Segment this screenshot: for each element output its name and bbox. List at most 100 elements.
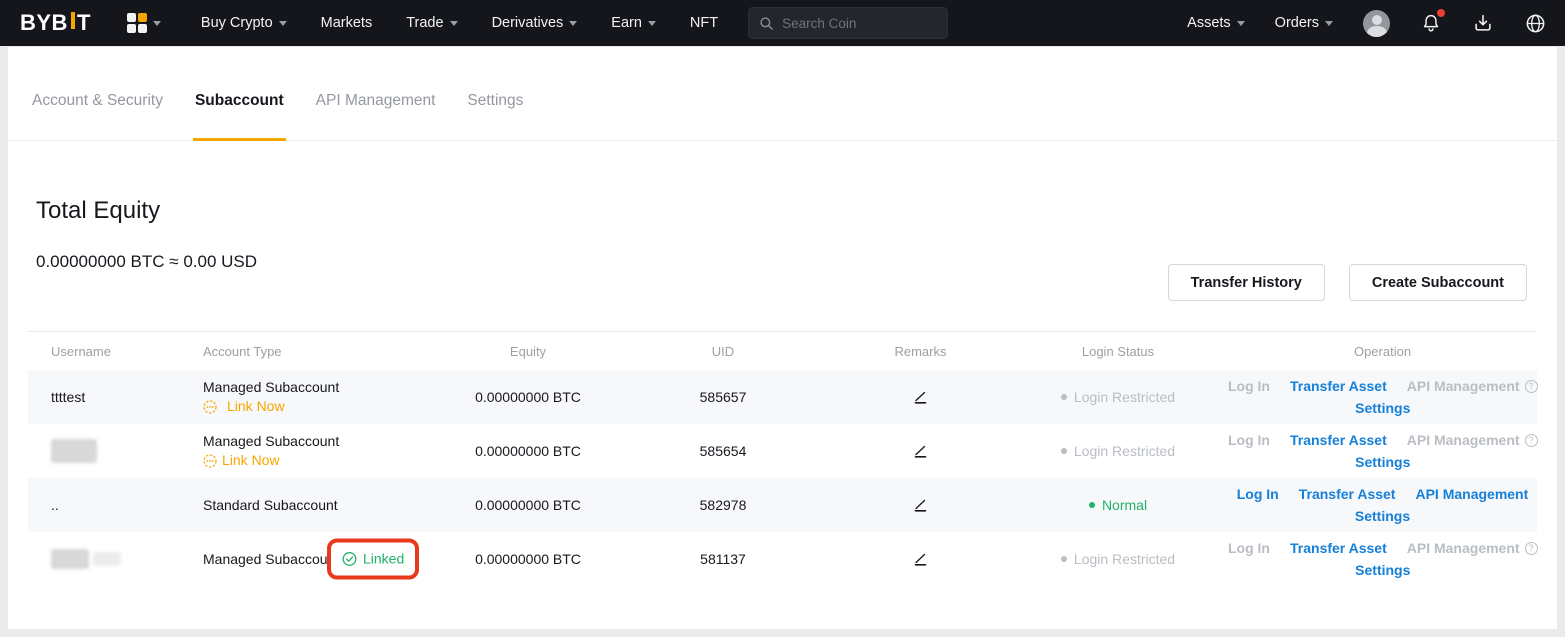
username-cell: [28, 439, 203, 463]
user-avatar[interactable]: [1363, 10, 1390, 37]
main-nav-menu: Buy Crypto Markets Trade Derivatives Ear…: [201, 15, 718, 31]
settings-link[interactable]: Settings: [1355, 400, 1410, 416]
nav-buy-crypto[interactable]: Buy Crypto: [201, 15, 287, 31]
table-row: Managed Subaccount Linked 0.00000000 BTC…: [28, 532, 1537, 586]
equity-cell: 0.00000000 BTC: [443, 443, 613, 459]
status-label: Login Restricted: [1074, 551, 1175, 567]
transfer-asset-link[interactable]: Transfer Asset: [1299, 486, 1396, 502]
api-management-link: API Management?: [1407, 432, 1538, 448]
chevron-down-icon: [153, 21, 161, 26]
equity-cell: 0.00000000 BTC: [443, 389, 613, 405]
nav-derivatives[interactable]: Derivatives: [492, 15, 578, 31]
settings-link[interactable]: Settings: [1355, 454, 1410, 470]
status-label: Normal: [1102, 497, 1147, 513]
username-cell: [28, 549, 203, 569]
account-tabs: Account & Security Subaccount API Manage…: [8, 47, 1557, 141]
chevron-down-icon: [450, 21, 458, 26]
nav-label: Markets: [321, 15, 373, 31]
help-icon[interactable]: ?: [1525, 380, 1538, 393]
chevron-down-icon: [1237, 21, 1245, 26]
logo-orange-bar: [71, 12, 75, 29]
search-input[interactable]: [782, 16, 932, 31]
uid-cell: 581137: [613, 551, 833, 567]
help-icon[interactable]: ?: [1525, 434, 1538, 447]
status-dot: [1061, 394, 1067, 400]
redacted-username: [51, 549, 89, 569]
tab-api-management[interactable]: API Management: [314, 61, 438, 140]
account-type-label: Managed Subaccount: [203, 378, 339, 397]
edit-remark-icon[interactable]: [912, 551, 929, 568]
apps-grid-menu[interactable]: [127, 13, 161, 33]
chevron-down-icon: [279, 21, 287, 26]
pending-ellipsis-icon: [203, 454, 217, 468]
api-management-link[interactable]: API Management: [1415, 486, 1528, 502]
account-type-label: Managed Subaccount: [203, 550, 339, 569]
equity-cell: 0.00000000 BTC: [443, 497, 613, 513]
table-row: Managed Subaccount Link Now 0.00000000 B…: [28, 424, 1537, 478]
language-button[interactable]: [1524, 12, 1547, 35]
account-type-label: Managed Subaccount: [203, 432, 339, 451]
operation-line-1: Log In Transfer Asset API Management?: [1228, 540, 1538, 556]
nav-label: Buy Crypto: [201, 15, 273, 31]
nav-trade[interactable]: Trade: [406, 15, 457, 31]
linked-label: Linked: [363, 550, 404, 569]
api-management-label: API Management: [1407, 378, 1520, 394]
status-badge: Login Restricted: [1061, 551, 1175, 567]
help-icon[interactable]: ?: [1525, 542, 1538, 555]
grid-square: [138, 24, 147, 33]
link-now-action[interactable]: Link Now: [203, 397, 285, 416]
transfer-asset-link[interactable]: Transfer Asset: [1290, 378, 1387, 394]
operation-line-2: Settings: [1355, 454, 1410, 470]
nav-earn[interactable]: Earn: [611, 15, 656, 31]
status-badge: Login Restricted: [1061, 389, 1175, 405]
navbar-right: Assets Orders: [1187, 10, 1547, 37]
remarks-cell: [833, 497, 1008, 514]
table-row: .. Standard Subaccount 0.00000000 BTC 58…: [28, 478, 1537, 532]
tab-subaccount[interactable]: Subaccount: [193, 61, 286, 140]
notification-badge: [1437, 9, 1445, 17]
transfer-asset-link[interactable]: Transfer Asset: [1290, 432, 1387, 448]
nav-assets[interactable]: Assets: [1187, 15, 1245, 31]
check-circle-icon: [342, 552, 357, 567]
page-title: Total Equity: [36, 197, 160, 225]
transfer-history-button[interactable]: Transfer History: [1168, 264, 1325, 301]
grid-square: [127, 13, 136, 22]
download-app-button[interactable]: [1472, 12, 1494, 34]
settings-link[interactable]: Settings: [1355, 562, 1410, 578]
uid-cell: 585654: [613, 443, 833, 459]
apps-grid-icon: [127, 13, 147, 33]
tab-settings[interactable]: Settings: [465, 61, 525, 140]
status-label: Login Restricted: [1074, 443, 1175, 459]
settings-link[interactable]: Settings: [1355, 508, 1410, 524]
equity-cell: 0.00000000 BTC: [443, 551, 613, 567]
api-management-link: API Management?: [1407, 378, 1538, 394]
edit-remark-icon[interactable]: [912, 497, 929, 514]
edit-remark-icon[interactable]: [912, 389, 929, 406]
edit-remark-icon[interactable]: [912, 443, 929, 460]
bybit-logo[interactable]: BYBT: [20, 10, 91, 36]
link-now-action[interactable]: Link Now: [203, 451, 280, 470]
nav-orders[interactable]: Orders: [1275, 15, 1333, 31]
logo-text-2: T: [77, 10, 91, 36]
nav-markets[interactable]: Markets: [321, 15, 373, 31]
login-link[interactable]: Log In: [1237, 486, 1279, 502]
coin-search-box[interactable]: [748, 7, 948, 39]
col-username: Username: [28, 344, 203, 359]
transfer-asset-link[interactable]: Transfer Asset: [1290, 540, 1387, 556]
status-dot: [1089, 502, 1095, 508]
grid-square-orange: [138, 13, 147, 22]
login-link: Log In: [1228, 432, 1270, 448]
login-link: Log In: [1228, 378, 1270, 394]
tab-account-security[interactable]: Account & Security: [30, 61, 165, 140]
uid-cell: 585657: [613, 389, 833, 405]
nav-nft[interactable]: NFT: [690, 15, 718, 31]
col-operation: Operation: [1228, 344, 1537, 359]
create-subaccount-button[interactable]: Create Subaccount: [1349, 264, 1527, 301]
avatar-head: [1372, 15, 1382, 25]
search-icon: [759, 16, 774, 31]
notifications-button[interactable]: [1420, 12, 1442, 34]
account-type-cell: Managed Subaccount Linked: [203, 532, 443, 586]
account-type-label: Standard Subaccount: [203, 496, 338, 515]
link-now-label: Link Now: [227, 397, 285, 416]
action-buttons: Transfer History Create Subaccount: [1168, 264, 1527, 301]
